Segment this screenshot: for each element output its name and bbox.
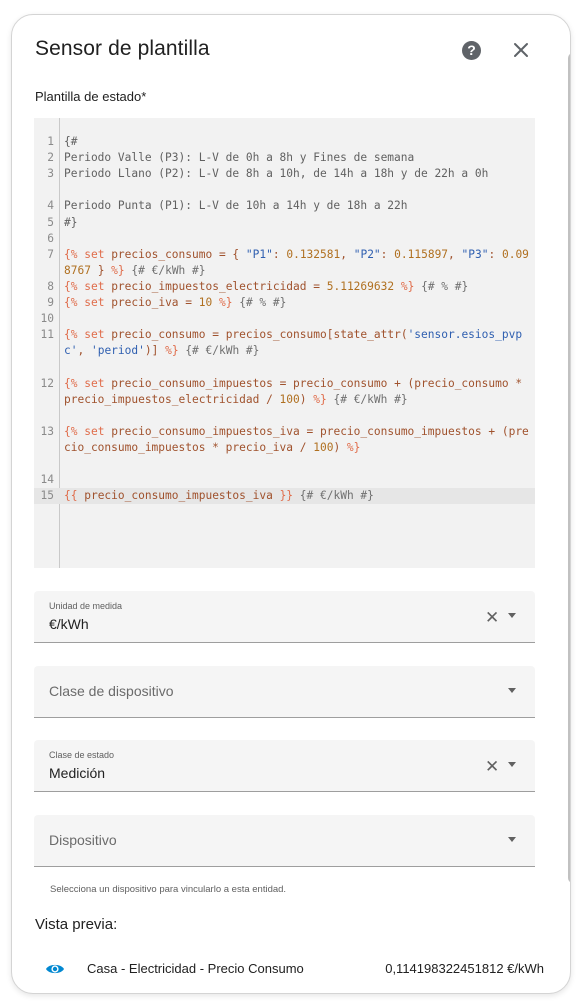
line-number: 15	[40, 489, 54, 503]
code-line[interactable]: 9 {% set precio_iva = 10 %} {# % #}	[34, 295, 535, 311]
code-line[interactable]: 4 Periodo Punta (P1): L-V de 10h a 14h y …	[34, 198, 535, 214]
code-line[interactable]: 11 {% set precio_consumo = precios_consum…	[34, 327, 535, 375]
code-text: {{ precio_consumo_impuestos_iva }} {# €/…	[64, 489, 374, 503]
code-line[interactable]: 6	[34, 231, 535, 247]
clear-state-class-icon[interactable]: ✕	[485, 757, 499, 777]
dialog-title: Sensor de plantilla	[35, 37, 210, 60]
code-text: #}	[64, 215, 78, 229]
code-line[interactable]: 15 {{ precio_consumo_impuestos_iva }} {# …	[34, 488, 535, 505]
line-number: 3	[47, 167, 54, 181]
template-label: Plantilla de estado*	[35, 89, 147, 104]
line-number: 11	[40, 328, 54, 342]
device-helper-text: Selecciona un dispositivo para vincularl…	[50, 884, 287, 895]
code-line[interactable]: 13 {% set precio_consumo_impuestos_iva = …	[34, 424, 535, 472]
line-number: 12	[40, 376, 54, 390]
preview-title: Vista previa:	[35, 916, 118, 933]
device-class-select[interactable]: Clase de dispositivo	[34, 666, 535, 718]
code-text: {% set precio_iva = 10 %} {# % #}	[64, 296, 287, 309]
code-line[interactable]: 10	[34, 311, 535, 327]
line-number: 14	[40, 473, 54, 487]
clear-unit-icon[interactable]: ✕	[485, 608, 499, 628]
code-line[interactable]: 7 {% set precios_consumo = { "P1": 0.1325…	[34, 247, 535, 279]
code-text: {% set precio_consumo = precios_consumo[…	[64, 328, 523, 358]
line-number: 2	[47, 151, 54, 165]
help-icon[interactable]: ?	[462, 41, 481, 60]
line-number: 4	[47, 199, 54, 213]
state-class-label: Clase de estado	[49, 750, 115, 760]
code-line[interactable]: 14	[34, 472, 535, 488]
template-sensor-dialog: Sensor de plantilla ? Plantilla de estad…	[11, 14, 571, 994]
code-line[interactable]: 8 {% set precio_impuestos_electricidad = …	[34, 279, 535, 295]
code-line[interactable]: 2 Periodo Valle (P3): L-V de 0h a 8h y Fi…	[34, 150, 535, 166]
code-line[interactable]: 3 Periodo Llano (P2): L-V de 8h a 10h, de…	[34, 166, 535, 198]
code-text: Periodo Llano (P2): L-V de 8h a 10h, de …	[64, 167, 489, 181]
code-text: {% set precio_impuestos_electricidad = 5…	[64, 279, 469, 293]
code-text: {% set precio_consumo_impuestos_iva = pr…	[64, 424, 529, 454]
line-number: 10	[40, 312, 54, 326]
close-icon[interactable]	[510, 39, 532, 61]
code-text: Periodo Valle (P3): L-V de 0h a 8h y Fin…	[64, 151, 415, 165]
dropdown-arrow-icon[interactable]	[508, 762, 516, 767]
unit-of-measurement-select[interactable]: Unidad de medida €/kWh ✕	[34, 591, 535, 643]
state-class-value: Medición	[49, 765, 106, 781]
line-number: 5	[47, 215, 54, 229]
eye-icon	[46, 964, 64, 974]
state-class-select[interactable]: Clase de estado Medición ✕	[34, 740, 535, 792]
line-number: 1	[47, 135, 54, 148]
preview-entity-value: 0,114198322451812 €/kWh	[385, 961, 544, 976]
device-class-placeholder: Clase de dispositivo	[49, 683, 174, 699]
code-text: {#	[64, 135, 78, 148]
code-text: {% set precios_consumo = { "P1": 0.13258…	[64, 247, 529, 277]
device-placeholder: Dispositivo	[49, 832, 117, 848]
code-text: {% set precio_consumo_impuestos = precio…	[64, 376, 529, 406]
line-number: 6	[47, 231, 54, 245]
code-line[interactable]: 5 #}	[34, 215, 535, 231]
unit-value: €/kWh	[49, 616, 89, 632]
dropdown-arrow-icon[interactable]	[508, 837, 516, 842]
line-number: 8	[47, 279, 54, 293]
dropdown-arrow-icon[interactable]	[508, 688, 516, 693]
template-code-editor[interactable]: 1 {# 2 Periodo Valle (P3): L-V de 0h a 8h y…	[34, 118, 535, 568]
scrollbar[interactable]	[568, 53, 570, 883]
line-number: 7	[47, 247, 54, 261]
code-line[interactable]: 1 {#	[34, 134, 535, 150]
unit-label: Unidad de medida	[49, 601, 123, 611]
dropdown-arrow-icon[interactable]	[508, 613, 516, 618]
preview-entity-name: Casa - Electricidad - Precio Consumo	[87, 961, 304, 976]
code-line[interactable]: 12 {% set precio_consumo_impuestos = prec…	[34, 376, 535, 424]
preview-entity-row[interactable]: Casa - Electricidad - Precio Consumo 0,1…	[34, 959, 544, 983]
code-text: Periodo Punta (P1): L-V de 10h a 14h y d…	[64, 199, 408, 213]
line-number: 13	[40, 424, 54, 438]
line-number: 9	[47, 296, 54, 309]
device-select[interactable]: Dispositivo	[34, 815, 535, 867]
